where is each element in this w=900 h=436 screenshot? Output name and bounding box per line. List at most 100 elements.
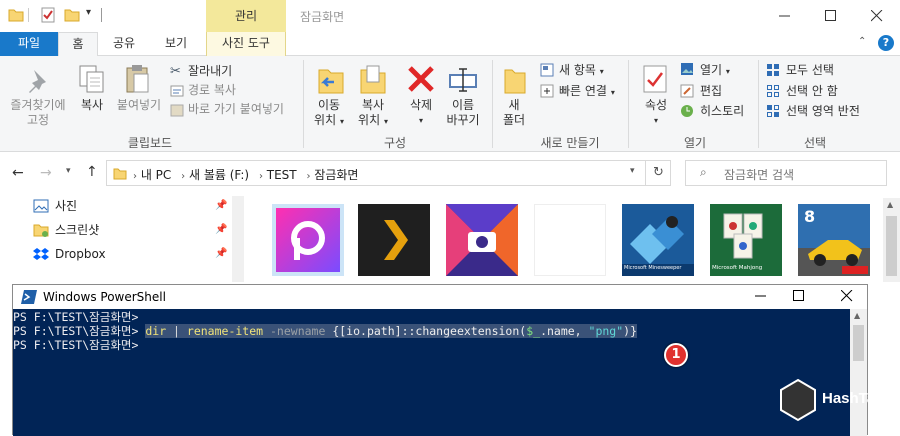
minimize-button[interactable] [755, 287, 767, 305]
tab-file[interactable]: 파일 [0, 32, 58, 56]
scroll-up-icon[interactable]: ▲ [854, 311, 860, 320]
powershell-title-bar: Windows PowerShell [13, 285, 867, 309]
folder-icon[interactable] [8, 7, 24, 23]
scrollbar-thumb[interactable] [853, 325, 864, 361]
thumbnail-caption: Microsoft Minesweeper [624, 265, 682, 271]
maximize-button[interactable] [793, 290, 805, 305]
chevron-down-icon[interactable]: ▾ [630, 166, 635, 176]
pin-icon[interactable]: 📌 [215, 224, 227, 235]
pin-to-quick-access-button[interactable]: 즐겨찾기에 고정 [6, 98, 70, 128]
tab-home[interactable]: 홈 [58, 32, 98, 57]
paste-shortcut-button[interactable]: 바로 가기 붙여넣기 [188, 101, 284, 117]
tab-view[interactable]: 보기 [152, 32, 200, 56]
thumbnail-picsart[interactable] [272, 204, 344, 276]
move-to-button[interactable]: 이동 위치 ▾ [306, 98, 352, 129]
paste-button[interactable]: 붙여넣기 [114, 98, 164, 113]
copy-to-button[interactable]: 복사 위치 ▾ [350, 98, 396, 129]
back-icon[interactable]: ← [12, 165, 24, 181]
divider [28, 8, 29, 22]
easy-access-button[interactable]: 빠른 연결 ▾ [559, 83, 615, 101]
delete-button[interactable]: 삭제 ▾ [402, 98, 440, 128]
thumbnail-camera[interactable] [446, 204, 518, 276]
maximize-button[interactable] [808, 0, 854, 32]
copy-path-button[interactable]: 경로 복사 [188, 82, 236, 98]
invert-selection-button[interactable]: 선택 영역 반전 [786, 103, 860, 119]
help-icon[interactable]: ? [878, 35, 894, 51]
up-icon[interactable]: ↑ [86, 164, 98, 180]
close-button[interactable] [840, 289, 853, 305]
pin-icon[interactable]: 📌 [215, 248, 227, 259]
label: 위치 ▾ [350, 113, 396, 129]
console-output[interactable]: PS F:\TEST\잠금화면> PS F:\TEST\잠금화면> dir | … [13, 309, 867, 436]
label: 빠른 연결 [559, 84, 607, 98]
tab-share[interactable]: 공유 [104, 32, 144, 56]
open-icon [680, 62, 694, 79]
powershell-window[interactable]: Windows PowerShell PS F:\TEST\잠금화면> PS F… [12, 284, 868, 436]
manage-context-header: 관리 [206, 0, 286, 32]
pin-icon[interactable]: 📌 [215, 200, 227, 211]
recent-locations-icon[interactable]: ▾ [66, 166, 71, 176]
scrollbar[interactable] [232, 196, 244, 282]
properties-button[interactable]: 속성 ▾ [638, 98, 674, 128]
open-button[interactable]: 열기 ▾ [700, 62, 730, 80]
customize-qat-icon[interactable]: ▾ [86, 7, 91, 18]
divider [492, 60, 493, 148]
scrollbar-thumb[interactable] [886, 216, 897, 276]
scrollbar[interactable]: ▲ [883, 198, 900, 282]
chevron-right-icon: › [181, 171, 186, 182]
breadcrumb-item[interactable]: 새 볼륨 (F:) [189, 168, 249, 182]
select-all-button[interactable]: 모두 선택 [786, 62, 834, 78]
breadcrumb-item[interactable]: 잠금화면 [314, 168, 358, 182]
breadcrumb-item[interactable]: TEST [267, 168, 297, 182]
dropdown-icon: ▾ [418, 116, 423, 125]
nav-label: 사진 [55, 199, 78, 213]
close-button[interactable] [854, 0, 900, 32]
step-badge: 1 [664, 343, 688, 367]
cmd-token: | [166, 324, 187, 338]
scroll-up-icon[interactable]: ▲ [887, 200, 893, 209]
powershell-title: Windows PowerShell [43, 290, 166, 304]
properties-icon [642, 64, 668, 97]
address-bar[interactable]: › 내 PC › 새 볼륨 (F:) › TEST › 잠금화면 ▾ ↻ [106, 160, 671, 186]
label: 위치 [358, 113, 381, 127]
history-button[interactable]: 히스토리 [700, 103, 744, 119]
search-placeholder: 잠금화면 검색 [724, 168, 795, 182]
breadcrumb: › 내 PC › 새 볼륨 (F:) › TEST › 잠금화면 [133, 166, 358, 183]
new-item-button[interactable]: 새 항목 ▾ [559, 62, 604, 80]
mahjong-icon [723, 213, 763, 259]
select-none-button[interactable]: 선택 안 함 [786, 83, 838, 99]
new-folder-button[interactable]: 새 폴더 [498, 98, 530, 128]
copy-button[interactable]: 복사 [74, 98, 110, 113]
label: 이동 [317, 98, 341, 112]
powershell-icon [21, 290, 37, 307]
minimize-button[interactable] [762, 0, 808, 32]
properties-icon[interactable] [40, 7, 56, 23]
console-line: PS F:\TEST\잠금화면> [13, 338, 867, 352]
minesweeper-icon [622, 204, 694, 264]
thumbnail-minesweeper[interactable]: Microsoft Minesweeper [622, 204, 694, 276]
scissors-icon: ✂ [170, 64, 181, 79]
watermark-text: HashTag [822, 390, 885, 407]
new-folder-icon[interactable] [64, 7, 80, 23]
thumbnail-blank[interactable] [534, 204, 606, 276]
label: 새 항목 [559, 63, 596, 77]
collapse-ribbon-icon[interactable]: ⌃ [858, 36, 866, 47]
rename-button[interactable]: 이름 바꾸기 [440, 98, 486, 128]
refresh-icon[interactable]: ↻ [645, 160, 671, 186]
breadcrumb-item[interactable]: 내 PC [141, 168, 171, 182]
cut-button[interactable]: 잘라내기 [188, 63, 232, 79]
tab-picture-tools[interactable]: 사진 도구 [206, 32, 286, 56]
thumbnail-mahjong[interactable]: Microsoft Mahjong [710, 204, 782, 276]
divider [628, 60, 629, 148]
cmd-token: dir [145, 324, 167, 338]
navigation-pane: 사진 📌 스크린샷 📌 Dropbox 📌 [0, 196, 245, 282]
search-input[interactable]: ⌕ 잠금화면 검색 [685, 160, 887, 186]
thumbnail-plex[interactable] [358, 204, 430, 276]
nav-label: 스크린샷 [55, 223, 100, 237]
label: 삭제 [409, 98, 433, 112]
dropdown-icon: ▾ [653, 116, 658, 125]
cmd-token: {[io.path]::changeextension( [332, 324, 527, 338]
edit-button[interactable]: 편집 [700, 83, 722, 99]
forward-icon[interactable]: → [40, 165, 52, 181]
thumbnail-asphalt[interactable]: 8 [798, 204, 870, 276]
